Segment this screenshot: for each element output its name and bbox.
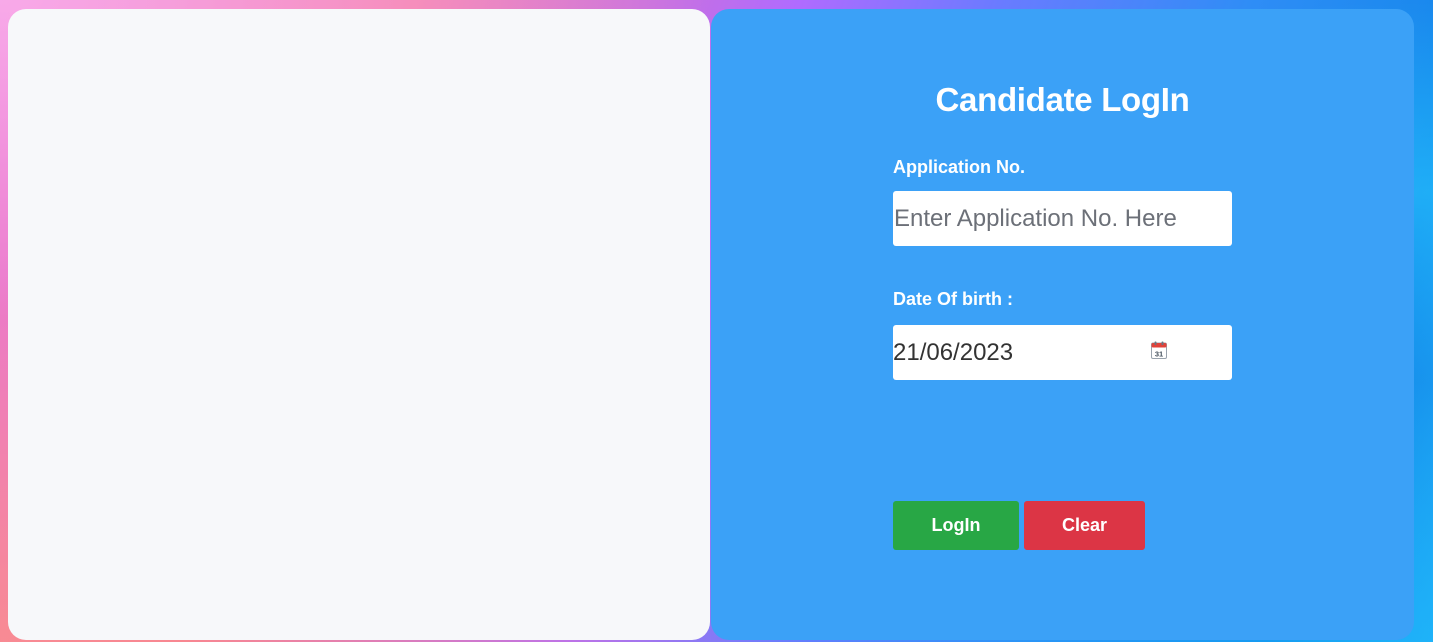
login-panel: Candidate LogIn Application No. Date Of … xyxy=(711,9,1414,640)
clear-button[interactable]: Clear xyxy=(1024,501,1145,550)
left-panel xyxy=(8,9,710,640)
application-no-input[interactable] xyxy=(893,191,1232,246)
date-of-birth-label: Date Of birth : xyxy=(893,289,1013,309)
date-of-birth-input[interactable] xyxy=(893,325,1232,380)
calendar-icon[interactable]: 31 xyxy=(1151,341,1167,359)
application-no-label: Application No. xyxy=(893,157,1025,177)
calendar-day: 31 xyxy=(1155,350,1163,359)
login-title: Candidate LogIn xyxy=(935,81,1190,118)
login-button[interactable]: LogIn xyxy=(893,501,1019,550)
